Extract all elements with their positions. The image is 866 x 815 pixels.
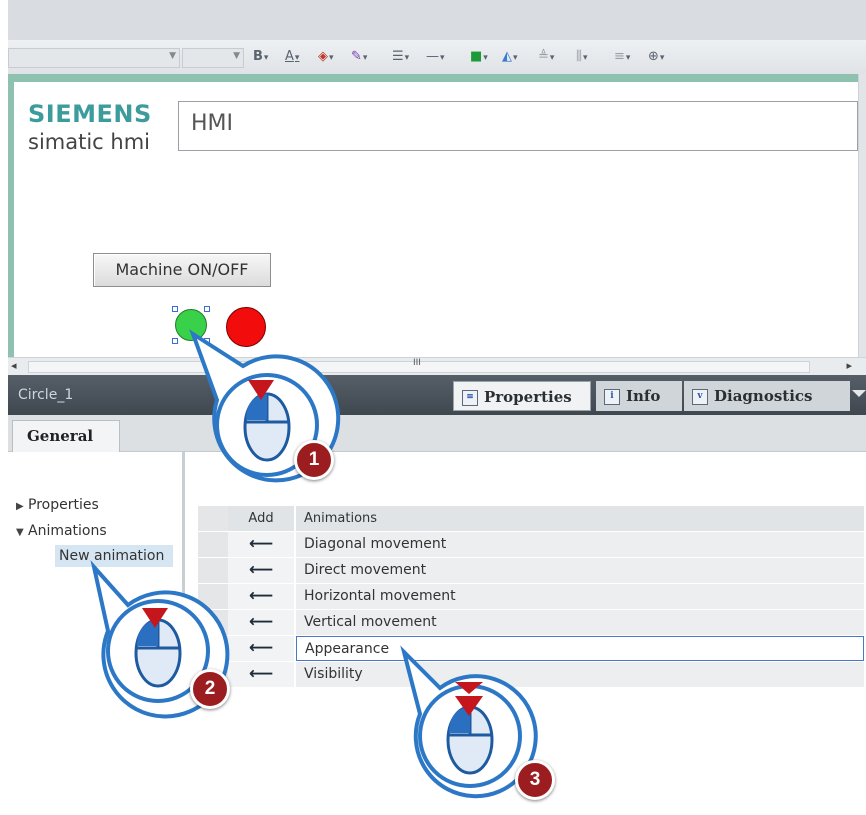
table-row[interactable]: ⟵ Diagonal movement <box>198 532 864 558</box>
expand-arrow-icon[interactable]: ▶ <box>16 501 28 512</box>
machine-on-off-button[interactable]: Machine ON/OFF <box>93 253 271 287</box>
collapse-arrow-icon[interactable]: ▼ <box>16 527 28 538</box>
column-header-animations: Animations <box>296 506 864 531</box>
nav-item-new-animation[interactable]: New animation <box>55 545 173 567</box>
step-badge-3: 3 <box>515 760 555 800</box>
animation-label[interactable]: Appearance <box>296 636 864 661</box>
animation-label[interactable]: Diagonal movement <box>296 532 864 557</box>
hmi-header-field[interactable]: HMI <box>178 101 858 151</box>
simatic-hmi-label: simatic hmi <box>28 130 150 154</box>
table-row[interactable]: ⟵ Horizontal movement <box>198 584 864 610</box>
zoom-icon[interactable]: ⊕▾ <box>648 49 664 64</box>
collapse-inspector-icon[interactable] <box>852 390 866 397</box>
chevron-down-icon: ▼ <box>169 51 176 61</box>
diagnostics-icon: v <box>692 389 708 405</box>
step-badge-1: 1 <box>294 440 334 480</box>
fill-color-icon[interactable]: ◈▾ <box>318 49 334 64</box>
add-arrow-icon[interactable]: ⟵ <box>249 534 273 554</box>
animation-label[interactable]: Vertical movement <box>296 610 864 635</box>
horizontal-scrollbar[interactable]: ◂ III ▸ <box>8 357 866 375</box>
step-2-callout: 2 <box>90 560 252 725</box>
bold-icon[interactable]: B▾ <box>253 49 268 64</box>
spacing-icon[interactable]: ≡▾ <box>614 49 630 64</box>
align-icon[interactable]: ☰▾ <box>392 49 409 64</box>
animation-label[interactable]: Horizontal movement <box>296 584 864 609</box>
add-arrow-icon[interactable]: ⟵ <box>249 664 273 684</box>
line-style-icon[interactable]: —▾ <box>426 49 445 64</box>
scroll-right-icon[interactable]: ▸ <box>846 359 852 372</box>
tab-general[interactable]: General <box>12 420 120 452</box>
add-arrow-icon[interactable]: ⟵ <box>249 560 273 580</box>
add-arrow-icon[interactable]: ⟵ <box>249 586 273 606</box>
info-icon: i <box>604 389 620 405</box>
tab-info[interactable]: i Info <box>596 381 682 411</box>
nav-item-properties[interactable]: ▶ Properties <box>16 497 99 513</box>
chevron-down-icon: ▼ <box>233 51 240 61</box>
nav-item-animations[interactable]: ▼ Animations <box>16 523 107 539</box>
tab-diagnostics[interactable]: v Diagnostics <box>684 381 850 411</box>
table-row[interactable]: ⟵ Direct movement <box>198 558 864 584</box>
shape-icon[interactable]: ◭▾ <box>502 49 518 64</box>
step-badge-2: 2 <box>190 669 230 709</box>
font-family-combo[interactable]: ▼ <box>8 48 180 68</box>
mouse-click-icon <box>90 560 230 719</box>
add-arrow-icon[interactable]: ⟵ <box>249 612 273 632</box>
step-3-callout: 3 <box>400 645 560 810</box>
format-toolbar: ▼ ▼ B▾ A▾ ◈▾ ✎▾ ☰▾ —▾ ■▾ ◭▾ ≜▾ ⫼▾ ≡▾ ⊕▾ <box>8 40 866 75</box>
title-bar <box>8 0 866 40</box>
selected-object-name: Circle_1 <box>18 387 74 403</box>
add-arrow-icon[interactable]: ⟵ <box>249 638 273 658</box>
selection-handle[interactable] <box>172 306 178 312</box>
object-color-icon[interactable]: ■▾ <box>470 49 488 64</box>
font-size-combo[interactable]: ▼ <box>182 48 244 68</box>
column-header-add: Add <box>228 506 294 531</box>
scroll-left-icon[interactable]: ◂ <box>11 359 17 372</box>
vertical-scrollbar[interactable] <box>858 74 866 357</box>
align-objects-icon[interactable]: ≜▾ <box>538 49 554 64</box>
scroll-grip: III <box>413 358 421 368</box>
animation-label[interactable]: Direct movement <box>296 558 864 583</box>
properties-icon: ≡ <box>462 390 478 406</box>
table-header: Add Animations <box>198 506 864 532</box>
distribute-icon[interactable]: ⫼▾ <box>576 49 588 64</box>
line-color-icon[interactable]: ✎▾ <box>351 49 367 64</box>
font-color-icon[interactable]: A▾ <box>285 49 299 64</box>
animation-label[interactable]: Visibility <box>296 662 864 687</box>
selection-handle[interactable] <box>204 306 210 312</box>
selection-handle[interactable] <box>172 338 178 344</box>
step-1-callout: 1 <box>185 329 345 490</box>
siemens-logo: SIEMENS <box>28 100 152 128</box>
table-row[interactable]: ⟵ Vertical movement <box>198 610 864 636</box>
inspector-subtab-bar <box>8 415 866 452</box>
tab-properties[interactable]: ≡ Properties <box>453 381 591 411</box>
